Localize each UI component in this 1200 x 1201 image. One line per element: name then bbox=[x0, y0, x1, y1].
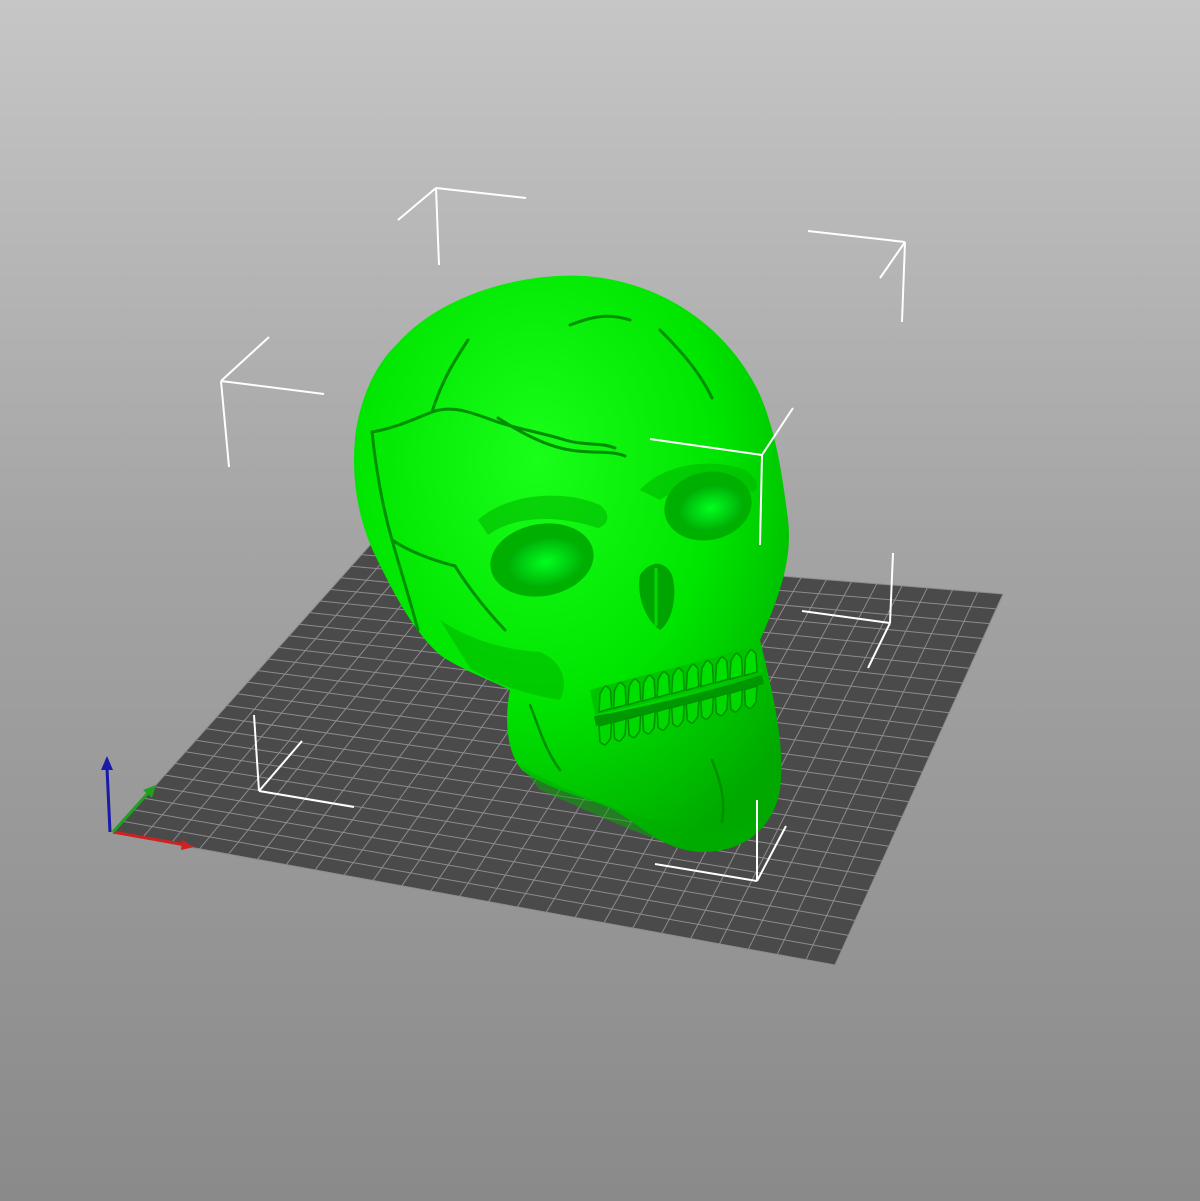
bbox-corner-top-right bbox=[807, 230, 906, 323]
3d-viewport[interactable] bbox=[0, 0, 1200, 1201]
bbox-corner-top-back bbox=[397, 187, 527, 266]
bbox-corner-top-left bbox=[220, 336, 325, 468]
z-axis-line bbox=[105, 767, 112, 833]
z-axis-arrow bbox=[101, 756, 113, 770]
scene-canvas[interactable] bbox=[0, 0, 1200, 1201]
